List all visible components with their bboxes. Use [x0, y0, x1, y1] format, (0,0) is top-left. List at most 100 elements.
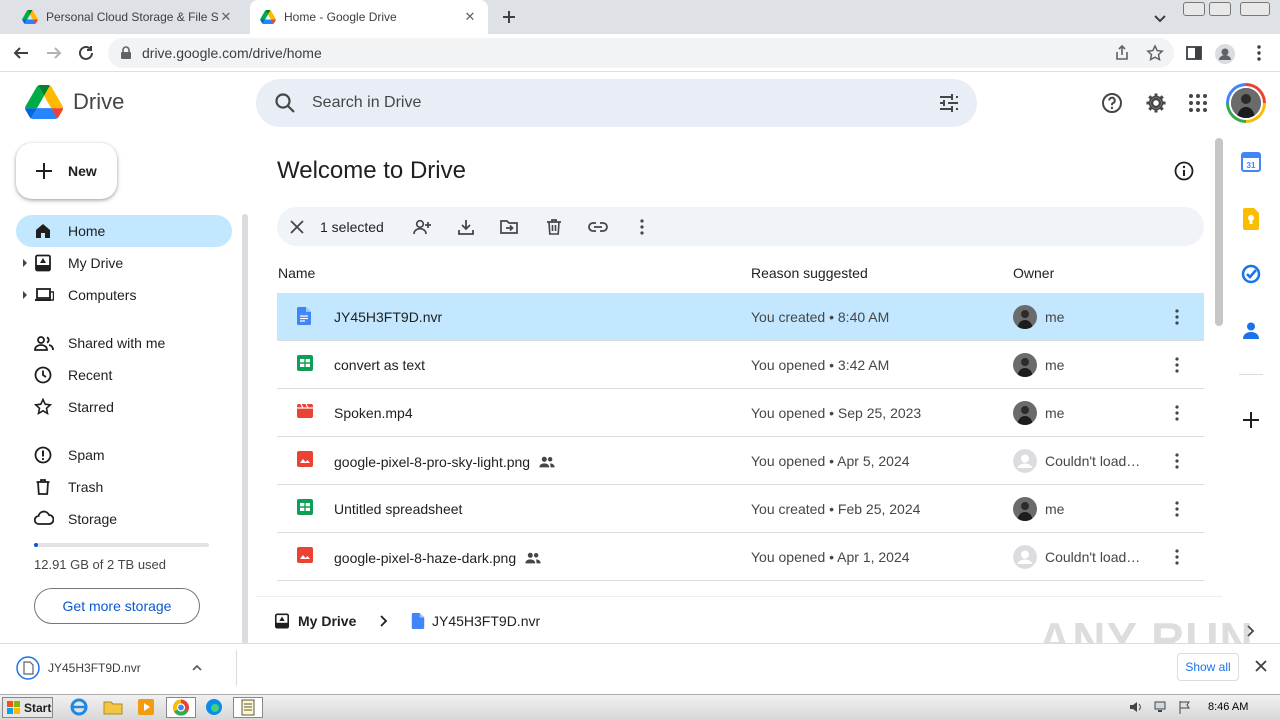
info-icon[interactable] [1173, 160, 1195, 182]
restore-window-button[interactable] [1209, 2, 1231, 16]
sidebar-item-spam[interactable]: Spam [16, 439, 232, 471]
more-actions-icon[interactable] [1167, 403, 1187, 423]
file-row[interactable]: JY45H3FT9D.nvr You created • 8:40 AM me [277, 293, 1204, 341]
close-window-button[interactable] [1240, 2, 1270, 16]
clear-selection-icon[interactable] [287, 217, 307, 237]
keep-icon[interactable] [1241, 208, 1263, 230]
file-row[interactable]: Untitled spreadsheet You created • Feb 25… [277, 485, 1204, 533]
url-text: drive.google.com/drive/home [142, 45, 322, 61]
search-input[interactable]: Search in Drive [312, 94, 421, 112]
breadcrumb-root[interactable]: My Drive [298, 613, 356, 629]
search-bar[interactable]: Search in Drive [256, 79, 977, 127]
owner-avatar [1013, 497, 1037, 521]
settings-gear-icon[interactable] [1145, 92, 1167, 114]
column-header-name[interactable]: Name [278, 265, 315, 281]
minimize-window-button[interactable] [1183, 2, 1205, 16]
sidebar-item-computers[interactable]: Computers [16, 279, 232, 311]
breadcrumb-file[interactable]: JY45H3FT9D.nvr [432, 613, 540, 629]
forward-arrow-icon[interactable] [45, 44, 63, 62]
get-more-storage-button[interactable]: Get more storage [34, 588, 200, 624]
network-icon[interactable] [1153, 699, 1169, 715]
browser-tab-2[interactable]: Home - Google Drive ✕ [250, 0, 488, 34]
apps-grid-icon[interactable] [1187, 92, 1209, 114]
drive-favicon-icon [260, 10, 276, 24]
notepad-icon[interactable] [233, 697, 263, 718]
more-actions-icon[interactable] [632, 217, 652, 237]
main-scrollbar[interactable] [1215, 138, 1223, 326]
new-button-label: New [68, 163, 97, 179]
sidebar-item-starred[interactable]: Starred [16, 391, 232, 423]
back-arrow-icon[interactable] [12, 44, 30, 62]
sidebar-item-my-drive[interactable]: My Drive [16, 247, 232, 279]
help-icon[interactable] [1101, 92, 1123, 114]
more-actions-icon[interactable] [1167, 307, 1187, 327]
folder-icon[interactable] [102, 697, 126, 718]
profile-icon[interactable] [1215, 44, 1235, 64]
file-name-text: Spoken.mp4 [334, 405, 413, 421]
flag-icon[interactable] [1177, 699, 1193, 715]
drive-favicon-icon [22, 10, 38, 24]
sidebar-scrollbar[interactable] [242, 214, 248, 644]
search-icon[interactable] [274, 92, 296, 114]
show-all-downloads-button[interactable]: Show all [1177, 653, 1239, 681]
chevron-down-icon[interactable] [1152, 10, 1168, 26]
account-avatar[interactable] [1226, 83, 1266, 123]
new-tab-icon[interactable] [500, 8, 518, 26]
more-actions-icon[interactable] [1167, 547, 1187, 567]
more-actions-icon[interactable] [1167, 499, 1187, 519]
address-bar[interactable]: drive.google.com/drive/home [108, 38, 1174, 68]
side-panel-icon[interactable] [1185, 44, 1203, 62]
trash-icon[interactable] [544, 217, 564, 237]
share-icon[interactable] [1113, 44, 1131, 62]
reload-icon[interactable] [77, 44, 95, 62]
new-button[interactable]: New [16, 143, 117, 199]
sidebar-item-shared-with-me[interactable]: Shared with me [16, 327, 232, 359]
share-person-add-icon[interactable] [412, 217, 432, 237]
reason-suggested: You created • 8:40 AM [751, 309, 890, 325]
file-row[interactable]: Spoken.mp4 You opened • Sep 25, 2023 me [277, 389, 1204, 437]
taskbar-clock: 8:46 AM [1208, 701, 1249, 713]
file-row[interactable]: google-pixel-8-pro-sky-light.png You open… [277, 437, 1204, 485]
internet-explorer-icon[interactable] [68, 697, 92, 718]
file-row[interactable]: convert as text You opened • 3:42 AM me [277, 341, 1204, 389]
owner-avatar [1013, 401, 1037, 425]
search-filter-icon[interactable] [938, 93, 960, 113]
kebab-menu-icon[interactable] [1250, 44, 1268, 62]
close-shelf-icon[interactable] [1254, 659, 1268, 673]
file-row-partial[interactable] [277, 581, 1204, 589]
file-name: google-pixel-8-haze-dark.png [334, 549, 542, 567]
add-addon-icon[interactable] [1241, 410, 1263, 432]
expand-caret-icon[interactable] [23, 259, 27, 267]
browser-tab-1[interactable]: Personal Cloud Storage & File Sharing ✕ [12, 0, 244, 34]
start-button[interactable]: Start [2, 697, 53, 718]
sidebar-item-recent[interactable]: Recent [16, 359, 232, 391]
copy-link-icon[interactable] [588, 217, 608, 237]
tasks-icon[interactable] [1241, 264, 1263, 286]
drive-logo[interactable]: Drive [25, 85, 124, 119]
column-header-owner: Owner [1013, 265, 1055, 281]
contacts-icon[interactable] [1241, 320, 1263, 342]
move-to-folder-icon[interactable] [499, 217, 519, 237]
sidebar-item-home[interactable]: Home [16, 215, 232, 247]
edge-icon[interactable] [203, 697, 227, 718]
chevron-up-icon[interactable] [191, 662, 203, 674]
download-item[interactable]: JY45H3FT9D.nvr [16, 656, 203, 680]
sidebar-item-storage[interactable]: Storage [16, 503, 232, 535]
bookmark-star-icon[interactable] [1146, 44, 1164, 62]
expand-caret-icon[interactable] [23, 291, 27, 299]
image-file-icon [297, 451, 315, 469]
download-icon[interactable] [456, 217, 476, 237]
volume-icon[interactable] [1128, 699, 1144, 715]
calendar-icon[interactable]: 31 [1241, 152, 1263, 174]
sidebar-item-label: Computers [68, 287, 137, 303]
file-row[interactable]: google-pixel-8-haze-dark.png You opened •… [277, 533, 1204, 581]
media-player-icon[interactable] [135, 697, 159, 718]
people-icon [34, 334, 54, 352]
close-tab-icon[interactable]: ✕ [218, 9, 234, 25]
sidebar-item-trash[interactable]: Trash [16, 471, 232, 503]
close-tab-icon[interactable]: ✕ [462, 9, 478, 25]
chrome-taskbar-icon[interactable] [166, 697, 196, 718]
more-actions-icon[interactable] [1167, 355, 1187, 375]
more-actions-icon[interactable] [1167, 451, 1187, 471]
reason-suggested: You opened • 3:42 AM [751, 357, 890, 373]
